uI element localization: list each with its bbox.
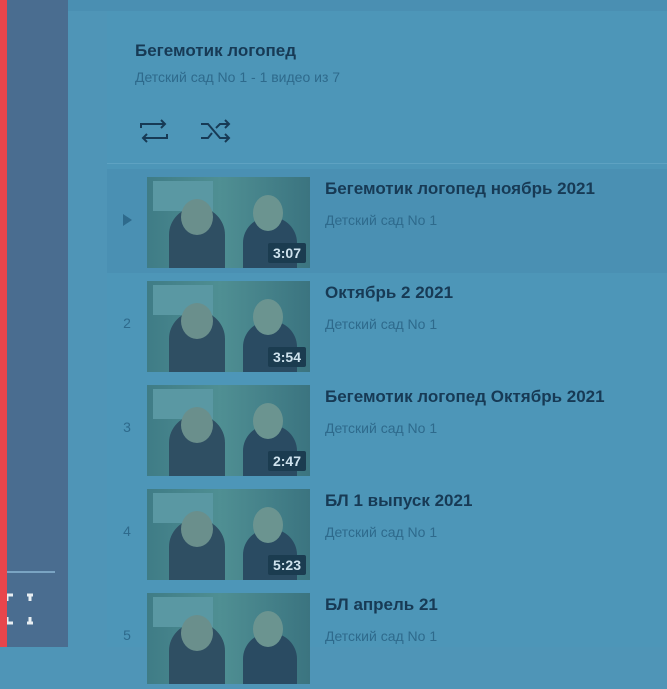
playlist-controls xyxy=(137,117,233,145)
duration-badge: 2:47 xyxy=(267,451,306,471)
playlist-index: 2 xyxy=(123,315,131,331)
duration-badge: 3:07 xyxy=(267,243,306,263)
playlist-header: Бегемотик логопед Детский сад No 1 - 1 в… xyxy=(135,41,340,85)
divider xyxy=(107,163,667,164)
duration-badge: 3:54 xyxy=(267,347,306,367)
shuffle-icon[interactable] xyxy=(199,117,233,145)
channel-name[interactable]: Детский сад No 1 xyxy=(325,628,437,644)
video-thumbnail[interactable]: 5:23 xyxy=(147,489,310,580)
video-thumbnail[interactable]: 3:54 xyxy=(147,281,310,372)
playlist-subtitle: Детский сад No 1 - 1 видео из 7 xyxy=(135,69,341,85)
video-thumbnail[interactable]: 2:47 xyxy=(147,385,310,476)
top-bar xyxy=(68,0,667,11)
video-title[interactable]: Бегемотик логопед ноябрь 2021 xyxy=(325,179,595,199)
playlist-item[interactable]: 4 5:23 БЛ 1 выпуск 2021 Детский сад No 1 xyxy=(107,481,667,585)
video-thumbnail[interactable]: 3:07 xyxy=(147,177,310,268)
seek-bar[interactable] xyxy=(7,571,55,573)
video-title[interactable]: Октябрь 2 2021 xyxy=(325,283,453,303)
playlist-item[interactable]: 3:07 Бегемотик логопед ноябрь 2021 Детский… xyxy=(107,169,667,273)
playlist-index: 4 xyxy=(123,523,131,539)
video-thumbnail[interactable] xyxy=(147,593,310,684)
playlist-item[interactable]: 2 3:54 Октябрь 2 2021 Детский сад No 1 xyxy=(107,273,667,377)
channel-name[interactable]: Детский сад No 1 xyxy=(325,420,437,436)
playlist-index: 3 xyxy=(123,419,131,435)
fullscreen-icon[interactable] xyxy=(5,592,33,626)
playlist-item[interactable]: 3 2:47 Бегемотик логопед Октябрь 2021 Детск… xyxy=(107,377,667,481)
channel-name[interactable]: Детский сад No 1 xyxy=(325,524,437,540)
playlist-panel: Бегемотик логопед Детский сад No 1 - 1 в… xyxy=(107,11,667,684)
player-area xyxy=(5,0,68,647)
channel-name[interactable]: Детский сад No 1 xyxy=(325,212,437,228)
playlist-index: 5 xyxy=(123,627,131,643)
video-title[interactable]: БЛ 1 выпуск 2021 xyxy=(325,491,472,511)
playlist-item[interactable]: 5 БЛ апрель 21 Детский сад No 1 xyxy=(107,585,667,689)
playlist-title[interactable]: Бегемотик логопед xyxy=(135,41,340,61)
video-title[interactable]: БЛ апрель 21 xyxy=(325,595,438,615)
channel-name[interactable]: Детский сад No 1 xyxy=(325,316,437,332)
now-playing-icon xyxy=(123,214,132,226)
duration-badge: 5:23 xyxy=(267,555,306,575)
loop-icon[interactable] xyxy=(137,117,171,145)
video-title[interactable]: Бегемотик логопед Октябрь 2021 xyxy=(325,387,605,407)
player-progress-strip xyxy=(0,0,7,647)
